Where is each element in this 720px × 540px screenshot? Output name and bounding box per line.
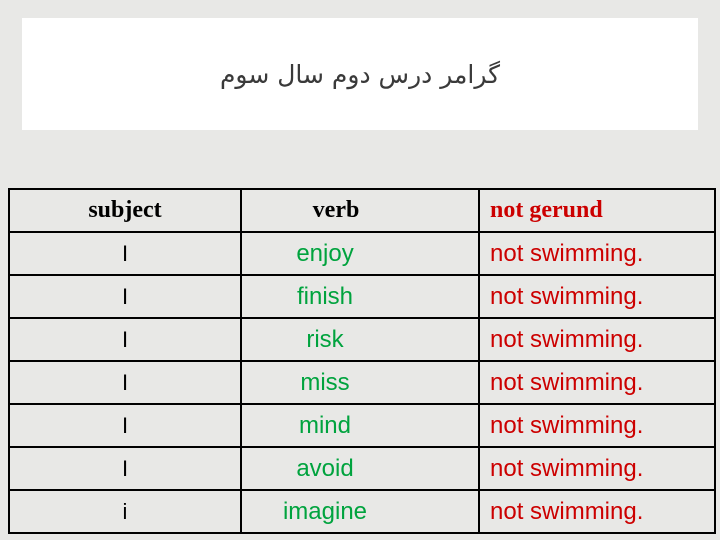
cell-not-gerund: not swimming. <box>478 446 716 491</box>
cell-not-gerund: not swimming. <box>478 274 716 319</box>
gerund-table-container: subject verb not gerund I enjoy not swim… <box>8 188 716 534</box>
gerund-table: subject verb not gerund I enjoy not swim… <box>8 188 716 534</box>
slide: گرامر درس دوم سال سوم subject verb not g… <box>0 0 720 540</box>
table-row: I mind not swimming. <box>8 403 716 448</box>
cell-subject: I <box>8 446 242 491</box>
table-row: I miss not swimming. <box>8 360 716 405</box>
cell-verb: mind <box>240 403 480 448</box>
cell-not-gerund: not swimming. <box>478 360 716 405</box>
table-row: i imagine not swimming. <box>8 489 716 534</box>
table-row: I risk not swimming. <box>8 317 716 362</box>
cell-verb: avoid <box>240 446 480 491</box>
title-band: گرامر درس دوم سال سوم <box>22 18 698 130</box>
cell-subject: I <box>8 317 242 362</box>
cell-subject: I <box>8 360 242 405</box>
cell-not-gerund: not swimming. <box>478 489 716 534</box>
cell-subject: I <box>8 231 242 276</box>
column-header-subject: subject <box>8 188 242 233</box>
cell-not-gerund: not swimming. <box>478 403 716 448</box>
cell-subject: I <box>8 274 242 319</box>
table-row: I avoid not swimming. <box>8 446 716 491</box>
cell-not-gerund: not swimming. <box>478 231 716 276</box>
table-header-row: subject verb not gerund <box>8 188 716 233</box>
column-header-verb: verb <box>240 188 480 233</box>
cell-verb: finish <box>240 274 480 319</box>
table-row: I enjoy not swimming. <box>8 231 716 276</box>
cell-verb: enjoy <box>240 231 480 276</box>
cell-subject: i <box>8 489 242 534</box>
cell-not-gerund: not swimming. <box>478 317 716 362</box>
cell-verb: miss <box>240 360 480 405</box>
column-header-not-gerund: not gerund <box>478 188 716 233</box>
cell-subject: I <box>8 403 242 448</box>
page-title: گرامر درس دوم سال سوم <box>219 59 501 89</box>
cell-verb: risk <box>240 317 480 362</box>
table-row: I finish not swimming. <box>8 274 716 319</box>
cell-verb: imagine <box>240 489 480 534</box>
